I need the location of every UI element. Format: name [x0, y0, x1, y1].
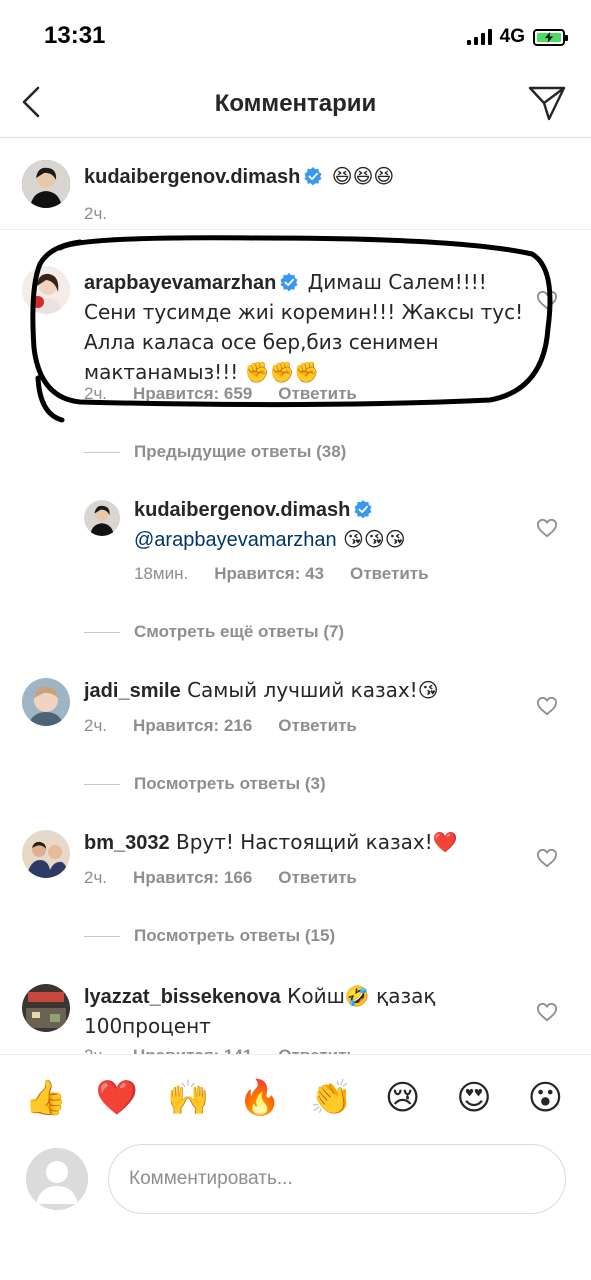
- comment-likes[interactable]: Нравится: 43: [214, 564, 324, 584]
- divider-line: [84, 783, 120, 785]
- quick-emoji-bar: 👍 ❤️ 🙌 🔥 👏 😢 😍 😮: [0, 1054, 591, 1140]
- view-replies-label: Посмотреть ответы (3): [134, 774, 326, 793]
- comment-time: 2ч.: [84, 204, 108, 223]
- comment-item: arapbayevamarzhan Димаш Салем!!!! Сени т…: [0, 230, 591, 470]
- comment-text: 😆😆😆: [325, 164, 395, 188]
- avatar[interactable]: [22, 266, 70, 314]
- emoji-cry-button[interactable]: 😢: [378, 1078, 428, 1118]
- view-replies-label: Смотреть ещё ответы (7): [134, 622, 345, 641]
- signal-icon: [466, 29, 492, 45]
- comment-time: 2ч.: [84, 868, 108, 887]
- avatar[interactable]: [22, 678, 70, 726]
- reply-item: kudaibergenov.dimash @arapbayevamarzhan 😘…: [0, 470, 591, 650]
- like-heart-icon[interactable]: [536, 290, 558, 310]
- view-replies-label: Предыдущие ответы (38): [134, 442, 347, 461]
- status-time: 13:31: [44, 22, 106, 49]
- comment-meta: 18мин. Нравится: 43 Ответить: [134, 564, 429, 584]
- avatar[interactable]: [84, 500, 120, 536]
- reply-button[interactable]: Ответить: [278, 868, 357, 888]
- comment-meta: 2ч. Нравится: 216 Ответить: [84, 716, 357, 736]
- comment-body: lyazzat_bissekenova Койш🤣 қазақ 100проце…: [84, 982, 484, 1042]
- like-heart-icon[interactable]: [536, 848, 558, 868]
- like-heart-icon[interactable]: [536, 1002, 558, 1022]
- comment-item: lyazzat_bissekenova Койш🤣 қазақ 100проце…: [0, 954, 591, 1054]
- comment-item: bm_3032 Врут! Настоящий казах!❤️ 2ч. Нра…: [0, 802, 591, 954]
- comment-username[interactable]: lyazzat_bissekenova: [84, 986, 281, 1008]
- view-replies-link[interactable]: Посмотреть ответы (3): [84, 774, 326, 794]
- comment-username[interactable]: kudaibergenov.dimash: [134, 499, 350, 521]
- comment-likes[interactable]: Нравится: 166: [133, 868, 252, 888]
- comment-body: arapbayevamarzhan Димаш Салем!!!! Сени т…: [84, 268, 524, 388]
- comment-time: 2ч.: [84, 1046, 107, 1054]
- emoji-heart-button[interactable]: ❤️: [92, 1078, 142, 1118]
- direct-send-icon[interactable]: [527, 84, 567, 122]
- comment-item: jadi_smile Самый лучший казах!😘 2ч. Нрав…: [0, 650, 591, 802]
- status-indicators: 4G: [466, 26, 568, 48]
- comment-likes[interactable]: Нравится: 141: [133, 1046, 252, 1054]
- comment-text: Врут! Настоящий казах!❤️: [169, 830, 458, 854]
- like-heart-icon[interactable]: [536, 696, 558, 716]
- comment-input[interactable]: [108, 1144, 566, 1214]
- comment-text: 😘😘😘: [336, 527, 406, 551]
- comment-compose: [0, 1140, 591, 1220]
- comment-username[interactable]: jadi_smile: [84, 680, 181, 702]
- view-replies-link[interactable]: Предыдущие ответы (38): [84, 442, 346, 462]
- divider-line: [84, 631, 120, 633]
- reply-button[interactable]: Ответить: [278, 716, 357, 736]
- view-replies-link[interactable]: Посмотреть ответы (15): [84, 926, 335, 946]
- view-replies-label: Посмотреть ответы (15): [134, 926, 336, 945]
- reply-button[interactable]: Ответить: [278, 384, 357, 404]
- emoji-fire-button[interactable]: 🔥: [235, 1078, 285, 1118]
- verified-badge-icon: [304, 167, 322, 185]
- view-replies-link[interactable]: Смотреть ещё ответы (7): [84, 622, 344, 642]
- comment-username[interactable]: bm_3032: [84, 832, 170, 854]
- verified-badge-icon: [280, 273, 298, 291]
- comment-username[interactable]: arapbayevamarzhan: [84, 272, 276, 294]
- comment-time: 2ч.: [84, 384, 108, 403]
- comment-likes[interactable]: Нравится: 216: [133, 716, 252, 736]
- top-nav: Комментарии: [0, 70, 591, 138]
- divider-line: [84, 451, 120, 453]
- network-label: 4G: [499, 26, 525, 47]
- comment-body: jadi_smile Самый лучший казах!😘: [84, 676, 524, 706]
- comment-username[interactable]: kudaibergenov.dimash: [84, 166, 300, 188]
- reply-button[interactable]: Ответить: [350, 564, 429, 584]
- battery-icon: [533, 28, 568, 46]
- comment-likes[interactable]: Нравится: 659: [133, 384, 252, 404]
- emoji-surprised-button[interactable]: 😮: [520, 1078, 570, 1118]
- mention-link[interactable]: @arapbayevamarzhan: [134, 529, 337, 551]
- comment-text: Самый лучший казах!😘: [180, 678, 439, 702]
- comment-body: kudaibergenov.dimash 😆😆😆: [84, 162, 504, 192]
- comment-meta: 2ч. Нравится: 141 Ответить: [84, 1046, 357, 1054]
- divider-line: [84, 935, 120, 937]
- emoji-heart-eyes-button[interactable]: 😍: [449, 1078, 499, 1118]
- comment-meta: 2ч.: [84, 204, 133, 224]
- comment-time: 2ч.: [84, 716, 108, 735]
- avatar[interactable]: [22, 830, 70, 878]
- emoji-thumbs-up-button[interactable]: 👍: [21, 1078, 71, 1118]
- comment-body: kudaibergenov.dimash @arapbayevamarzhan 😘…: [134, 496, 524, 555]
- comment-body: bm_3032 Врут! Настоящий казах!❤️: [84, 828, 524, 858]
- avatar[interactable]: [22, 160, 70, 208]
- like-heart-icon[interactable]: [536, 518, 558, 538]
- status-bar: 13:31 4G: [0, 0, 591, 70]
- comment-meta: 2ч. Нравится: 659 Ответить: [84, 384, 357, 404]
- page-title: Комментарии: [214, 90, 377, 117]
- emoji-raised-hands-button[interactable]: 🙌: [163, 1078, 213, 1118]
- emoji-clap-button[interactable]: 👏: [306, 1078, 356, 1118]
- verified-badge-icon: [354, 500, 372, 518]
- comment-time: 18мин.: [134, 564, 189, 583]
- comment-caption: kudaibergenov.dimash 😆😆😆 2ч.: [0, 140, 591, 230]
- reply-button[interactable]: Ответить: [278, 1046, 357, 1054]
- comment-meta: 2ч. Нравится: 166 Ответить: [84, 868, 357, 888]
- avatar[interactable]: [22, 984, 70, 1032]
- current-user-avatar: [26, 1148, 88, 1210]
